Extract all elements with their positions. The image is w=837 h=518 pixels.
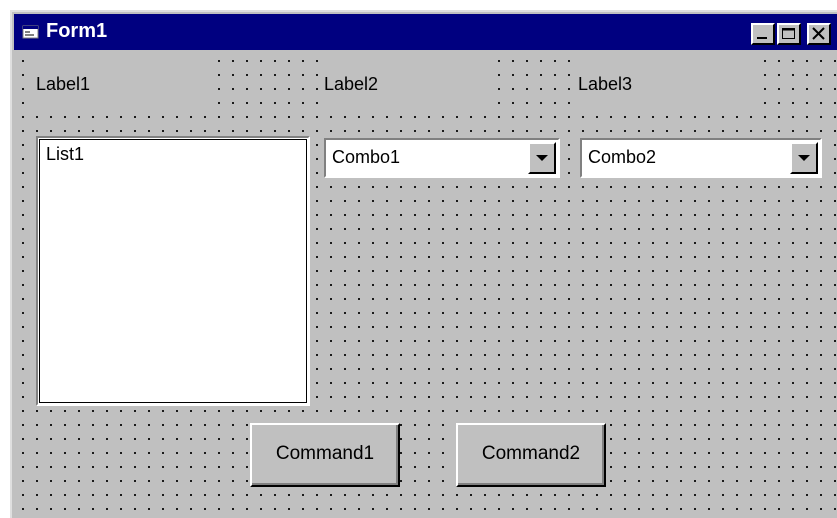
form-client-area: Label1 Label2 Label3 List1 Combo1 Combo2…	[14, 52, 837, 518]
close-button[interactable]	[807, 23, 831, 45]
label-2: Label2	[320, 58, 498, 110]
combo-1-value: Combo1	[332, 147, 401, 167]
minimize-icon	[757, 37, 767, 39]
maximize-button[interactable]	[777, 23, 801, 45]
form-icon	[22, 24, 40, 40]
list-item[interactable]: List1	[46, 144, 84, 165]
combo-2-dropdown-button[interactable]	[790, 142, 818, 174]
list-box[interactable]: List1	[36, 136, 310, 406]
command-2-button[interactable]: Command2	[456, 423, 606, 487]
label-3: Label3	[574, 58, 752, 110]
close-icon	[812, 27, 825, 40]
form-window: Form1 Label1 Label2 Label3 List1 Combo1	[10, 10, 837, 518]
minimize-button[interactable]	[751, 23, 775, 45]
label-1: Label1	[32, 58, 210, 110]
combo-box-2[interactable]: Combo2	[580, 138, 822, 178]
title-bar[interactable]: Form1	[14, 14, 837, 50]
maximize-icon	[782, 28, 795, 39]
combo-2-value: Combo2	[588, 147, 657, 167]
combo-box-1[interactable]: Combo1	[324, 138, 560, 178]
chevron-down-icon	[798, 155, 810, 161]
combo-1-dropdown-button[interactable]	[528, 142, 556, 174]
window-title: Form1	[46, 20, 108, 42]
chevron-down-icon	[536, 155, 548, 161]
command-1-button[interactable]: Command1	[250, 423, 400, 487]
